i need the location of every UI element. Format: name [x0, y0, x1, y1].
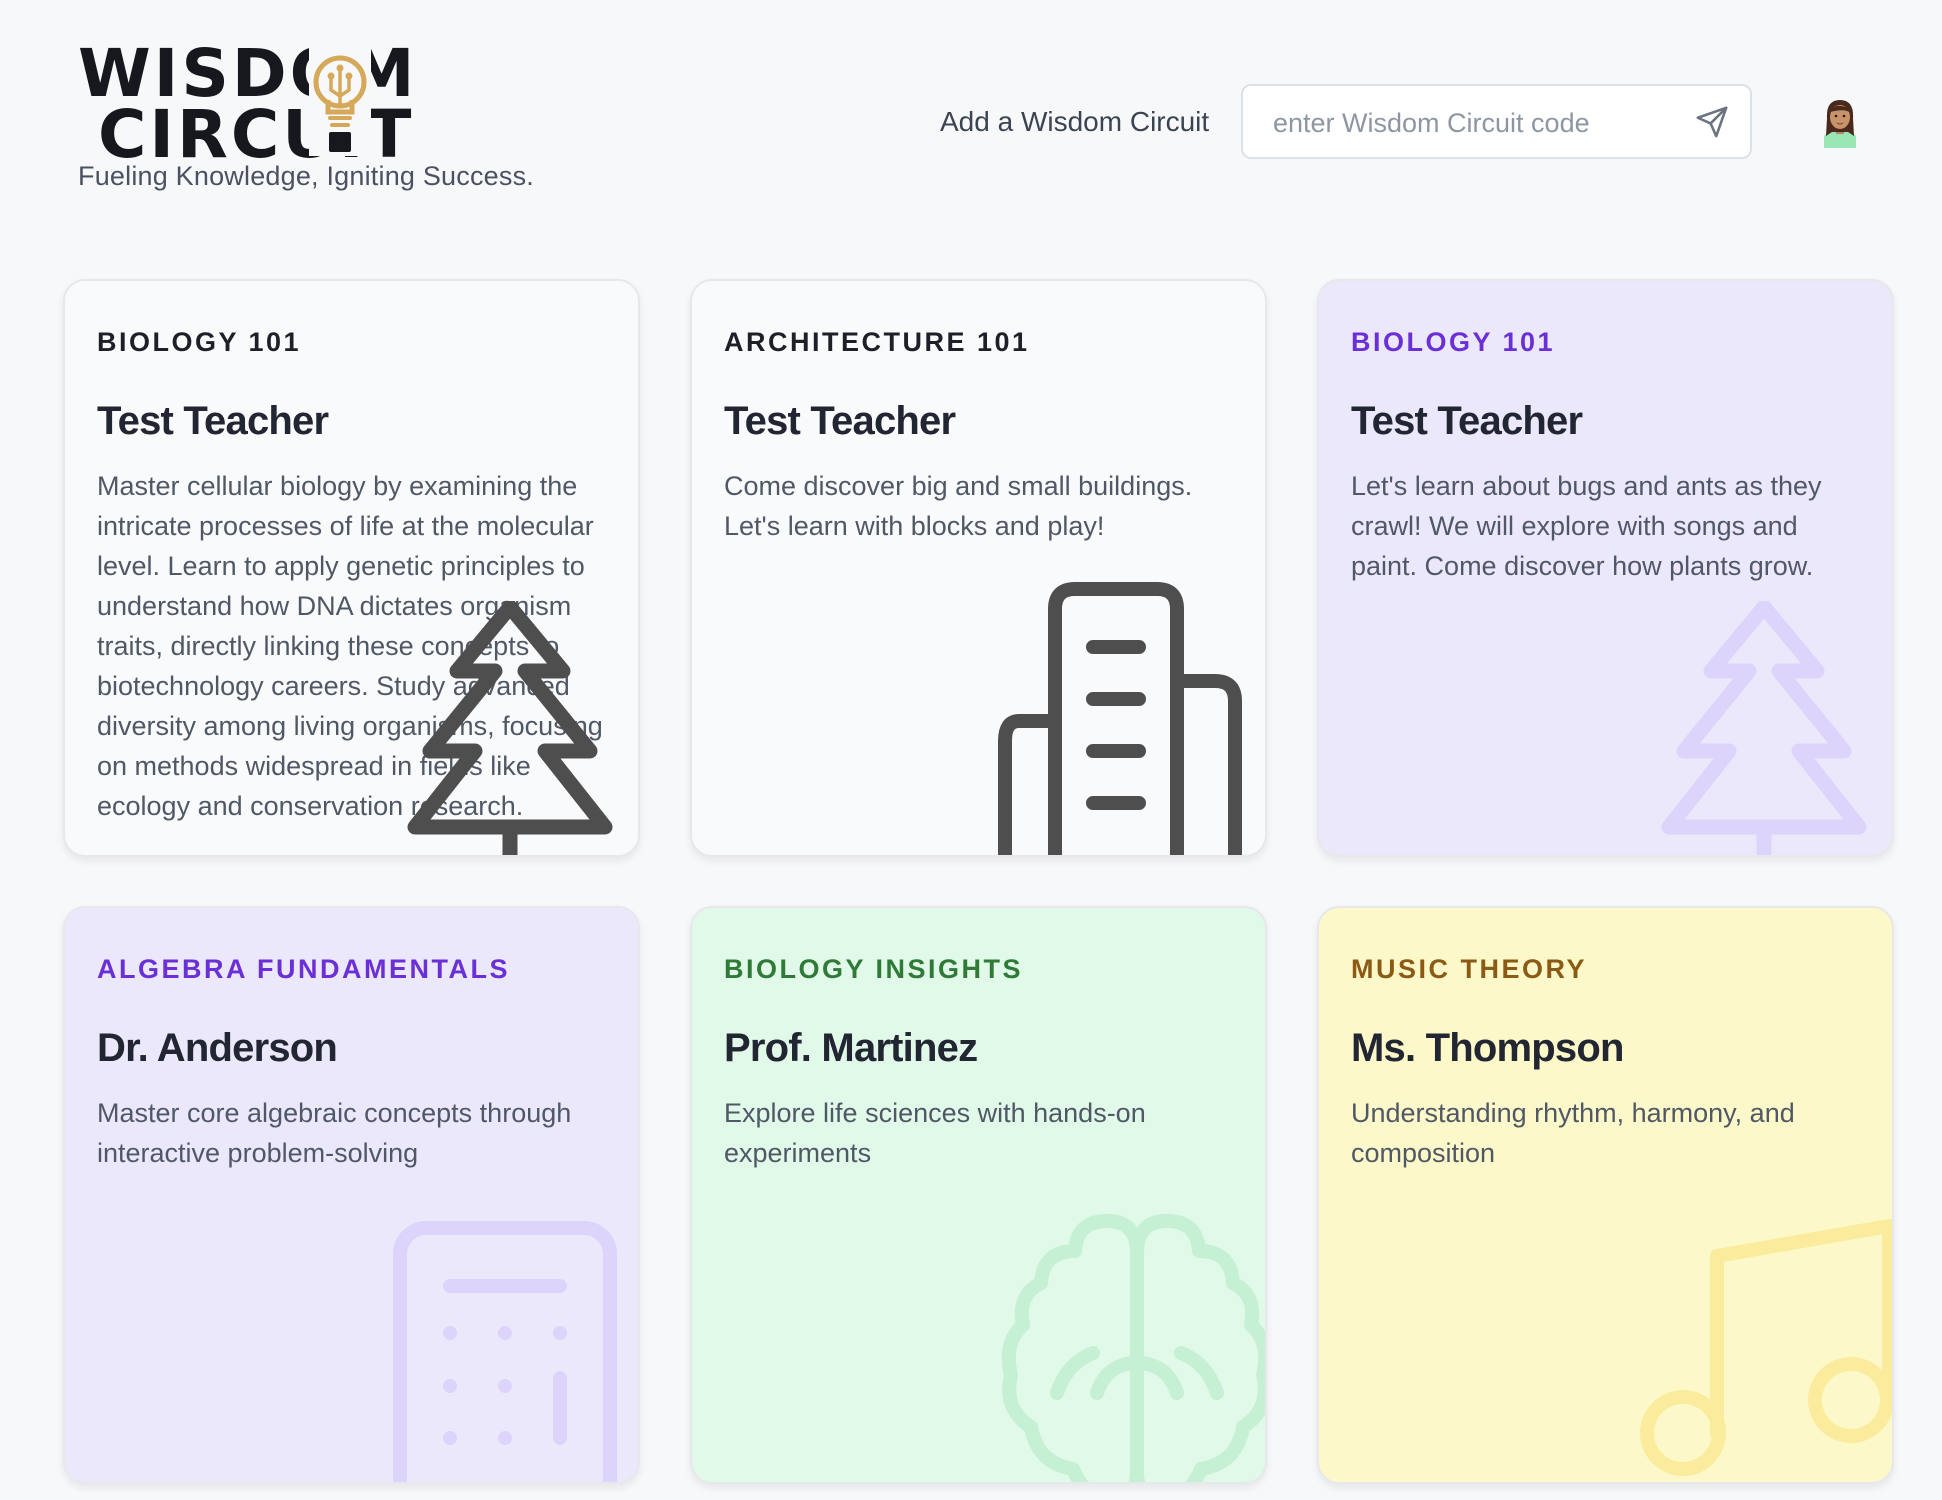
course-card[interactable]: BIOLOGY 101 Test Teacher Master cellular… [63, 279, 640, 857]
course-title: MUSIC THEORY [1351, 954, 1588, 984]
circuit-code-field [1241, 84, 1752, 159]
teacher-name: Prof. Martinez [724, 1026, 978, 1070]
add-circuit-label: Add a Wisdom Circuit [940, 106, 1210, 137]
course-card[interactable]: BIOLOGY INSIGHTS Prof. Martinez Explore … [690, 906, 1267, 1484]
course-title: BIOLOGY 101 [1351, 327, 1556, 357]
teacher-name: Dr. Anderson [97, 1026, 338, 1070]
course-card[interactable]: BIOLOGY 101 Test Teacher Let's learn abo… [1317, 279, 1894, 857]
user-avatar[interactable] [1818, 96, 1862, 148]
lightbulb-icon [309, 46, 371, 156]
course-card[interactable]: ALGEBRA FUNDAMENTALS Dr. Anderson Master… [63, 906, 640, 1484]
brand: WISDOM CIRCUIT Fueling Knowledge, Igniti… [78, 41, 534, 191]
course-description: Master core algebraic concepts through i… [97, 1098, 572, 1168]
tagline: Fueling Knowledge, Igniting Success. [78, 161, 534, 191]
course-description: Come discover big and small buildings. L… [724, 471, 1193, 541]
tree-icon [1661, 601, 1867, 855]
brain-icon [1001, 1214, 1265, 1482]
teacher-name: Ms. Thompson [1351, 1026, 1624, 1070]
logo-line-2: CIRCUIT [98, 95, 415, 173]
course-description: Understanding rhythm, harmony, and compo… [1351, 1098, 1795, 1168]
teacher-name: Test Teacher [1351, 399, 1583, 443]
course-title: BIOLOGY INSIGHTS [724, 954, 1024, 984]
circuit-code-input[interactable] [1273, 104, 1673, 142]
calculator-icon [393, 1221, 617, 1482]
teacher-name: Test Teacher [97, 399, 329, 443]
course-title: ARCHITECTURE 101 [724, 327, 1030, 357]
course-description: Let's learn about bugs and ants as they … [1351, 471, 1822, 581]
building-icon [998, 582, 1242, 855]
course-description: Master cellular biology by examining the… [97, 471, 603, 821]
course-title: BIOLOGY 101 [97, 327, 302, 357]
course-card[interactable]: ARCHITECTURE 101 Test Teacher Come disco… [690, 279, 1267, 857]
teacher-name: Test Teacher [724, 399, 956, 443]
course-card[interactable]: MUSIC THEORY Ms. Thompson Understanding … [1317, 906, 1894, 1484]
submit-code-button[interactable] [1692, 102, 1732, 142]
send-icon [1696, 106, 1728, 138]
logo[interactable]: WISDOM CIRCUIT [78, 41, 498, 173]
music-note-icon [1640, 1219, 1892, 1476]
course-description: Explore life sciences with hands-on expe… [724, 1098, 1146, 1168]
course-title: ALGEBRA FUNDAMENTALS [97, 954, 510, 984]
